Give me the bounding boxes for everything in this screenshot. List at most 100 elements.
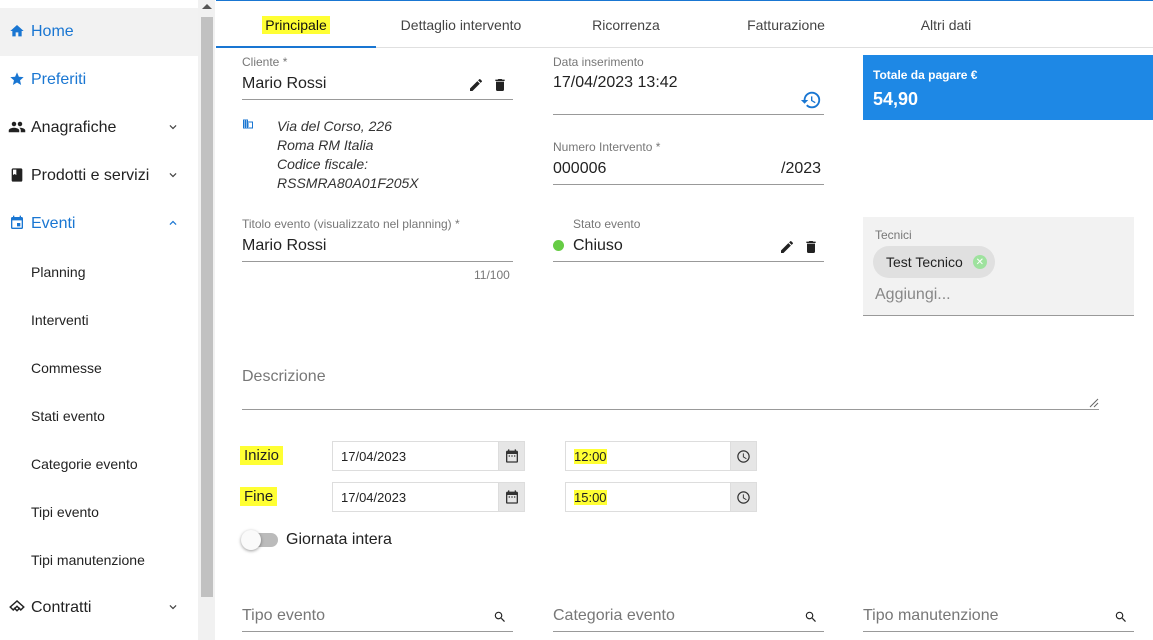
fine-time-input[interactable]: 15:00 xyxy=(565,482,731,512)
tecnici-field[interactable]: Tecnici Test Tecnico ✕ Aggiungi... xyxy=(863,217,1134,316)
sidebar-item-label: Home xyxy=(31,23,74,40)
search-icon[interactable] xyxy=(1114,610,1128,624)
search-icon[interactable] xyxy=(493,610,507,624)
clock-icon[interactable] xyxy=(730,482,757,512)
titolo-evento-field[interactable]: Mario Rossi xyxy=(242,237,326,255)
calendar-picker-icon[interactable] xyxy=(498,482,525,512)
people-icon xyxy=(8,118,26,136)
tab-label: Ricorrenza xyxy=(592,17,660,33)
sidebar-item-label: Anagrafiche xyxy=(31,119,117,136)
sidebar-item-label: Eventi xyxy=(31,215,76,232)
tecnici-add-input[interactable]: Aggiungi... xyxy=(875,286,951,304)
building-icon xyxy=(242,117,254,129)
stato-evento-label: Stato evento xyxy=(573,217,641,231)
cliente-underline xyxy=(242,99,513,100)
tab-fatturazione[interactable]: Fatturazione xyxy=(706,1,866,49)
tab-ricorrenza[interactable]: Ricorrenza xyxy=(546,1,706,49)
edit-icon[interactable] xyxy=(779,239,795,255)
total-value: 54,90 xyxy=(873,89,919,109)
inizio-label: Inizio xyxy=(240,446,284,465)
calendar-picker-icon[interactable] xyxy=(498,441,525,471)
scroll-up-arrow-icon[interactable] xyxy=(202,4,212,9)
sidebar-subitem-commesse[interactable]: Commesse xyxy=(0,344,198,392)
chip-label: Test Tecnico xyxy=(886,254,963,270)
tab-bar: Principale Dettaglio intervento Ricorren… xyxy=(216,0,1153,48)
time-value: 12:00 xyxy=(574,448,607,464)
sidebar-item-preferiti[interactable]: Preferiti xyxy=(0,56,198,104)
titolo-char-counter: 11/100 xyxy=(474,268,510,282)
sidebar-scrollbar-thumb[interactable] xyxy=(201,17,213,597)
delete-icon[interactable] xyxy=(492,77,508,93)
fine-date-input[interactable]: 17/04/2023 xyxy=(332,482,498,512)
cliente-field[interactable]: Mario Rossi xyxy=(242,75,326,93)
sidebar-subitem-tipi-evento[interactable]: Tipi evento xyxy=(0,488,198,536)
tab-label: Altri dati xyxy=(920,17,972,33)
edit-icon[interactable] xyxy=(468,77,484,93)
tipo-evento-underline xyxy=(242,631,513,632)
stato-evento-field[interactable]: Chiuso xyxy=(573,237,623,255)
data-inserimento-label: Data inserimento xyxy=(553,55,644,69)
numero-intervento-field[interactable]: 000006 xyxy=(553,160,606,178)
tipo-manutenzione-underline xyxy=(863,631,1134,632)
main-content: Principale Dettaglio intervento Ricorren… xyxy=(216,0,1153,640)
clock-icon[interactable] xyxy=(730,441,757,471)
sidebar-subitem-planning[interactable]: Planning xyxy=(0,248,198,296)
search-icon[interactable] xyxy=(804,610,818,624)
descrizione-textarea[interactable]: Descrizione xyxy=(242,368,326,386)
categoria-evento-underline xyxy=(553,631,824,632)
history-icon[interactable] xyxy=(800,89,822,111)
sidebar-item-prodotti[interactable]: Prodotti e servizi xyxy=(0,152,198,200)
sidebar-subitem-label: Categorie evento xyxy=(31,456,138,472)
address-line: RSSMRA80A01F205X xyxy=(277,175,419,191)
star-icon xyxy=(8,70,26,88)
sidebar-item-contratti[interactable]: Contratti xyxy=(0,584,198,632)
numero-intervento-suffix: /2023 xyxy=(781,160,822,177)
sidebar-subitem-label: Tipi manutenzione xyxy=(31,552,145,568)
tecnici-label: Tecnici xyxy=(875,228,912,242)
date-value: 17/04/2023 xyxy=(341,489,407,505)
chip-remove-icon[interactable]: ✕ xyxy=(972,255,987,269)
sidebar-subitem-label: Planning xyxy=(31,264,86,280)
delete-icon[interactable] xyxy=(803,239,819,255)
sidebar-item-label: Contratti xyxy=(31,599,92,616)
inizio-date-input[interactable]: 17/04/2023 xyxy=(332,441,498,471)
sidebar-item-home[interactable]: Home xyxy=(0,8,198,56)
calendar-icon xyxy=(8,214,26,232)
sidebar-item-label: Prodotti e servizi xyxy=(31,167,150,184)
cliente-address: Via del Corso, 226 Roma RM Italia Codice… xyxy=(277,117,419,193)
tipo-manutenzione-input[interactable]: Tipo manutenzione xyxy=(863,607,999,625)
sidebar-subitem-interventi[interactable]: Interventi xyxy=(0,296,198,344)
sidebar-subitem-label: Interventi xyxy=(31,312,89,328)
tipo-evento-input[interactable]: Tipo evento xyxy=(242,607,325,625)
sidebar-item-label: Preferiti xyxy=(31,71,87,88)
tab-indicator xyxy=(216,46,376,48)
date-value: 17/04/2023 xyxy=(341,448,407,464)
numero-intervento-label: Numero Intervento * xyxy=(553,140,661,154)
titolo-evento-label: Titolo evento (visualizzato nel planning… xyxy=(242,217,460,231)
numero-intervento-underline xyxy=(553,184,824,185)
sidebar-item-eventi[interactable]: Eventi xyxy=(0,200,198,248)
sidebar-subitem-label: Tipi evento xyxy=(31,504,99,520)
tab-altri-dati[interactable]: Altri dati xyxy=(866,1,1026,49)
stato-evento-underline xyxy=(553,261,824,262)
sidebar-subitem-label: Commesse xyxy=(31,360,102,376)
resize-handle-icon[interactable] xyxy=(1089,395,1099,408)
sidebar-subitem-tipi-manutenzione[interactable]: Tipi manutenzione xyxy=(0,536,198,584)
chevron-down-icon xyxy=(166,120,180,134)
categoria-evento-input[interactable]: Categoria evento xyxy=(553,607,675,625)
sidebar-subitem-stati-evento[interactable]: Stati evento xyxy=(0,392,198,440)
tab-label: Dettaglio intervento xyxy=(400,17,522,33)
sidebar-subitem-categorie-evento[interactable]: Categorie evento xyxy=(0,440,198,488)
tab-dettaglio-intervento[interactable]: Dettaglio intervento xyxy=(376,1,546,49)
sidebar-item-anagrafiche[interactable]: Anagrafiche xyxy=(0,104,198,152)
toggle-knob[interactable] xyxy=(241,530,261,550)
address-line: Roma RM Italia xyxy=(277,137,374,153)
inizio-time-input[interactable]: 12:00 xyxy=(565,441,731,471)
tab-principale[interactable]: Principale xyxy=(216,1,376,49)
data-inserimento-underline xyxy=(553,114,824,115)
tab-label: Principale xyxy=(262,16,330,34)
tecnico-chip[interactable]: Test Tecnico ✕ xyxy=(873,246,995,278)
sidebar-subitem-label: Stati evento xyxy=(31,408,105,424)
titolo-evento-underline xyxy=(242,261,513,262)
data-inserimento-field[interactable]: 17/04/2023 13:42 xyxy=(553,74,678,92)
